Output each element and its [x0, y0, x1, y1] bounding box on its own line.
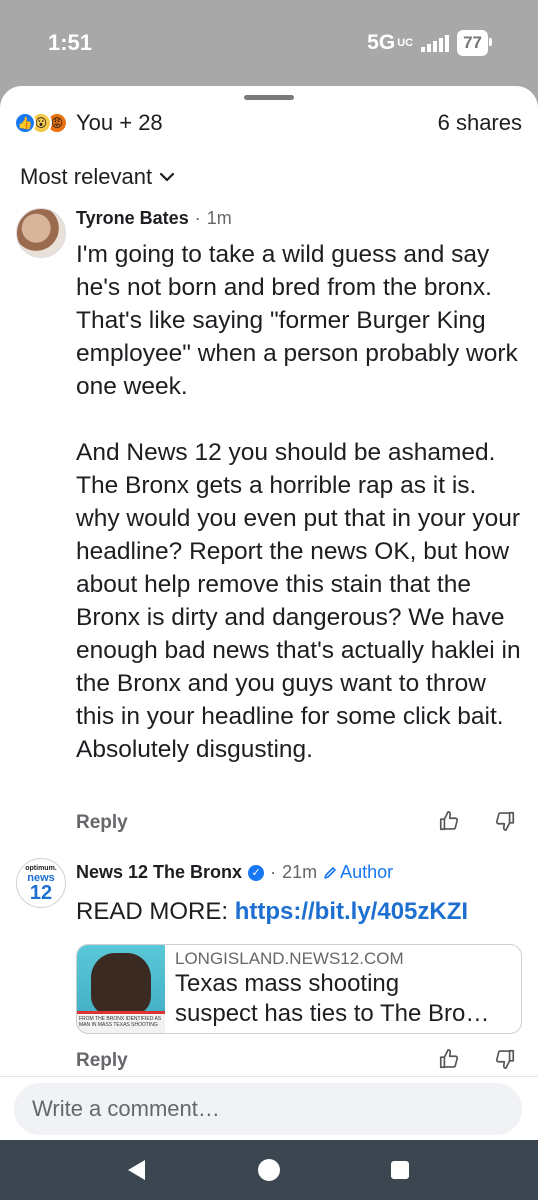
reply-button[interactable]: Reply: [76, 812, 128, 834]
vote-controls: [438, 1048, 516, 1070]
comment-author[interactable]: News 12 The Bronx: [76, 862, 242, 883]
chevron-down-icon: [159, 172, 175, 182]
separator: ·: [194, 208, 201, 228]
drag-handle[interactable]: [244, 95, 294, 100]
author-badge: Author: [323, 862, 393, 883]
comments-sheet: 👍 😮 😡 You + 28 6 shares Most relevant Ty…: [0, 86, 538, 1140]
reply-button[interactable]: Reply: [76, 1050, 128, 1072]
comment-text: READ MORE: https://bit.ly/405zKZI: [76, 898, 468, 926]
link-title-line2: suspect has ties to The Bro…: [175, 1000, 490, 1027]
thumbnail-caption: FROM THE BRONX IDENTIFIED AS MAN IN MASS…: [77, 1011, 165, 1033]
battery-icon: 77: [457, 30, 492, 56]
reactions-count: You + 28: [76, 110, 163, 135]
back-icon[interactable]: [128, 1160, 145, 1180]
avatar[interactable]: [16, 208, 66, 258]
avatar-brand-num: 12: [29, 881, 53, 904]
navigation-bar: [0, 1140, 538, 1200]
separator: ·: [270, 862, 277, 882]
thumbnail-photo: [91, 953, 151, 1015]
verified-badge-icon: ✓: [248, 864, 265, 881]
vote-controls: [438, 810, 516, 832]
comment-time: 21m: [282, 862, 318, 882]
status-indicators: 5G UC 77: [367, 30, 492, 56]
status-time: 1:51: [48, 30, 93, 55]
signal-icon: [421, 34, 450, 52]
comment-header: News 12 The Bronx ✓ · 21m Author: [76, 862, 393, 883]
comment-author[interactable]: Tyrone Bates: [76, 208, 189, 229]
upvote-icon[interactable]: [438, 1048, 460, 1070]
like-reaction-icon: 👍: [14, 112, 36, 134]
pencil-icon: [324, 866, 336, 879]
link-text: LONGISLAND.NEWS12.COM Texas mass shootin…: [165, 945, 521, 1033]
downvote-icon[interactable]: [494, 810, 516, 832]
comment-input[interactable]: [14, 1083, 522, 1135]
network-type: 5G: [367, 31, 396, 54]
sort-label: Most relevant: [20, 164, 153, 189]
comment-composer: [0, 1076, 538, 1140]
home-icon[interactable]: [258, 1159, 280, 1181]
recents-icon[interactable]: [391, 1161, 409, 1179]
link-thumbnail: FROM THE BRONX IDENTIFIED AS MAN IN MASS…: [77, 945, 165, 1033]
reaction-icons: 👍 😮 😡: [14, 112, 68, 134]
author-badge-label: Author: [340, 862, 394, 882]
downvote-icon[interactable]: [494, 1048, 516, 1070]
sort-dropdown[interactable]: Most relevant: [20, 164, 176, 190]
status-bar: 1:51 5G UC 77: [0, 0, 538, 86]
avatar[interactable]: optimum. news 12: [16, 858, 66, 908]
comment-time: 1m: [206, 208, 232, 228]
upvote-icon[interactable]: [438, 810, 460, 832]
reactions-button[interactable]: 👍 😮 😡 You + 28: [14, 110, 163, 136]
link-domain: LONGISLAND.NEWS12.COM: [175, 949, 404, 968]
shares-count[interactable]: 6 shares: [438, 110, 522, 136]
link-title-line1: Texas mass shooting: [175, 970, 400, 997]
link-preview-card[interactable]: FROM THE BRONX IDENTIFIED AS MAN IN MASS…: [76, 944, 522, 1034]
comment-text: I'm going to take a wild guess and say h…: [76, 241, 521, 763]
comment-header: Tyrone Bates · 1m: [76, 208, 232, 229]
network-sub: UC: [397, 37, 414, 49]
reactions-summary: 👍 😮 😡 You + 28 6 shares: [14, 110, 522, 136]
read-more-label: READ MORE:: [76, 898, 229, 925]
comment-link[interactable]: https://bit.ly/405zKZI: [235, 898, 468, 925]
